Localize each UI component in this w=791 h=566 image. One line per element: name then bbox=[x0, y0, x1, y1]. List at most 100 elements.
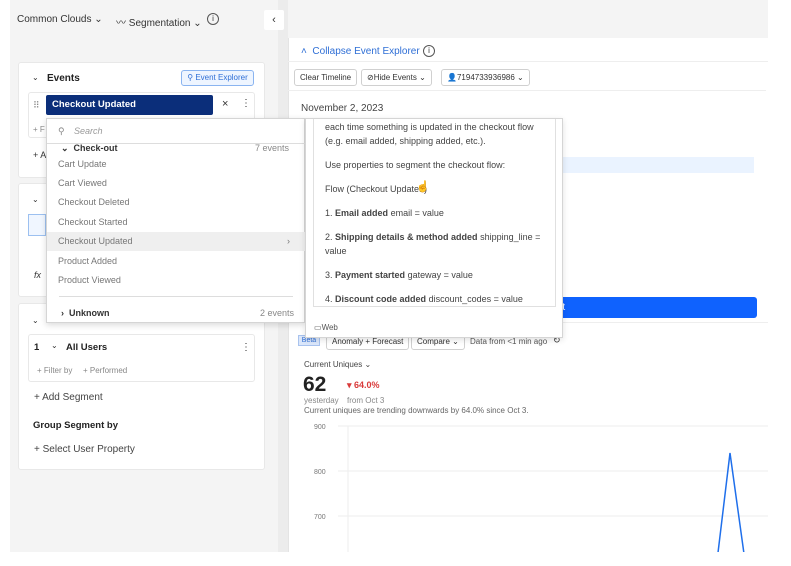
eye-off-icon: ⊘ bbox=[367, 73, 374, 82]
selected-event-field[interactable]: Checkout Updated bbox=[46, 95, 213, 115]
close-icon[interactable]: × bbox=[222, 98, 228, 110]
chevron-down-icon: ⌄ bbox=[193, 18, 202, 29]
platform-label: ▭Web bbox=[314, 323, 338, 332]
step-property: email = value bbox=[390, 208, 444, 218]
step-number: 1. bbox=[325, 208, 333, 218]
metric-selector[interactable]: Current Uniques ⌄ bbox=[304, 360, 371, 369]
description-hint: Use properties to segment the checkout f… bbox=[325, 160, 506, 170]
search-input[interactable]: ⚲ Search bbox=[47, 119, 305, 144]
add-event-link[interactable]: + A bbox=[33, 150, 46, 160]
segment-name[interactable]: All Users bbox=[66, 342, 107, 353]
formula-icon[interactable]: fx bbox=[34, 270, 41, 280]
step-name: Payment started bbox=[335, 270, 406, 280]
metric-summary: Current uniques are trending downwards b… bbox=[304, 406, 529, 415]
add-segment-link[interactable]: + Add Segment bbox=[34, 392, 103, 403]
event-dropdown: ⚲ Search ⌄ Check-out 7 events Cart Updat… bbox=[46, 118, 305, 323]
step-number: 4. bbox=[325, 294, 333, 304]
dropdown-item[interactable]: Product Added bbox=[47, 252, 305, 271]
dropdown-item[interactable]: Cart Viewed bbox=[47, 174, 305, 193]
device-icon: ▭ bbox=[314, 323, 322, 332]
user-icon: 👤 bbox=[447, 73, 457, 82]
chart-type-name: Segmentation bbox=[128, 18, 191, 29]
y-tick-label: 700 bbox=[314, 514, 326, 521]
event-explorer-button[interactable]: ⚲ Event Explorer bbox=[181, 70, 254, 86]
info-icon[interactable]: i bbox=[423, 45, 435, 57]
user-selector[interactable]: 👤7194733936986 ⌄ bbox=[441, 69, 530, 86]
dropdown-item[interactable]: Checkout Deleted bbox=[47, 193, 305, 212]
compare-label: Compare bbox=[417, 337, 450, 346]
dropdown-item[interactable]: Cart Update bbox=[47, 155, 305, 174]
info-icon[interactable]: i bbox=[207, 13, 219, 25]
group-name: Check-out bbox=[73, 143, 118, 153]
step-property: discount_codes = value bbox=[428, 294, 523, 304]
description-intro: each time something is updated in the ch… bbox=[325, 122, 534, 146]
select-user-property-link[interactable]: + Select User Property bbox=[34, 444, 135, 455]
metric-value: 62 bbox=[303, 373, 327, 396]
chevron-down-icon[interactable]: ⌄ bbox=[32, 73, 39, 82]
group-count: 7 events bbox=[255, 143, 290, 153]
clear-timeline-button[interactable]: Clear Timeline bbox=[294, 69, 358, 86]
divider bbox=[288, 90, 766, 91]
y-tick-label: 900 bbox=[314, 424, 326, 431]
chart-type-selector[interactable]: 〰 Segmentation ⌄ bbox=[116, 14, 202, 29]
hand-cursor-icon: ☝ bbox=[416, 181, 430, 193]
more-icon[interactable]: ⋮ bbox=[241, 98, 251, 109]
chevron-down-icon[interactable]: ⌄ bbox=[32, 195, 39, 204]
description-box: each time something is updated in the ch… bbox=[313, 119, 556, 307]
chevron-down-icon[interactable]: ⌄ bbox=[32, 316, 39, 325]
event-explorer-label: Event Explorer bbox=[195, 73, 248, 82]
step-number: 2. bbox=[325, 232, 333, 242]
hide-events-label: Hide Events bbox=[373, 73, 417, 82]
search-icon: ⚲ bbox=[58, 126, 65, 136]
step-name: Shipping details & method added bbox=[335, 232, 478, 242]
collapse-explorer-label: Collapse Event Explorer bbox=[312, 46, 420, 57]
explorer-icon: ⚲ bbox=[187, 73, 194, 82]
dropdown-item[interactable]: Product Viewed bbox=[47, 271, 305, 290]
hide-events-button[interactable]: ⊘Hide Events ⌄ bbox=[361, 69, 432, 86]
user-id-label: 7194733936986 bbox=[456, 73, 515, 82]
step-property: gateway = value bbox=[407, 270, 473, 280]
metric-change-value: 64.0% bbox=[354, 380, 380, 390]
collapse-explorer-link[interactable]: ˄ Collapse Event Explorer bbox=[301, 46, 420, 57]
divider bbox=[59, 296, 293, 297]
more-icon[interactable]: ⋮ bbox=[241, 342, 251, 353]
group-count: 2 events bbox=[260, 308, 295, 318]
metric-change: ▾ 64.0% bbox=[347, 380, 380, 390]
flow-title: Flow (Checkout Updated) bbox=[325, 184, 428, 194]
platform-name: Web bbox=[321, 323, 338, 332]
group-name: Unknown bbox=[69, 308, 110, 318]
line-chart-icon: 〰 bbox=[116, 18, 126, 29]
flow-step: 4. Discount code added discount_codes = … bbox=[325, 292, 544, 306]
events-title: Events bbox=[47, 73, 80, 84]
step-number: 3. bbox=[325, 270, 333, 280]
search-placeholder: Search bbox=[74, 126, 103, 136]
dropdown-item[interactable]: Checkout Started bbox=[47, 213, 305, 232]
chevron-up-icon: ˄ bbox=[301, 46, 307, 57]
flow-step: 3. Payment started gateway = value bbox=[325, 268, 544, 282]
dropdown-item-highlighted[interactable]: Checkout Updated › bbox=[47, 232, 305, 251]
measure-input[interactable] bbox=[28, 214, 46, 236]
timeline-date: November 2, 2023 bbox=[301, 103, 384, 114]
group-segment-title: Group Segment by bbox=[33, 420, 118, 431]
performed-link[interactable]: + Performed bbox=[83, 366, 127, 375]
group-check-out[interactable]: ⌄ Check-out bbox=[61, 143, 118, 154]
filter-by-link[interactable]: + Filter by bbox=[37, 366, 72, 375]
event-description-popup: each time something is updated in the ch… bbox=[305, 118, 563, 338]
chevron-down-icon: ⌄ bbox=[94, 14, 103, 25]
start-button[interactable]: rt bbox=[555, 297, 757, 318]
series-line bbox=[717, 452, 745, 552]
segment-number: 1 bbox=[34, 342, 40, 353]
group-unknown[interactable]: › Unknown bbox=[61, 308, 110, 318]
dropdown-item-label: Checkout Updated bbox=[58, 236, 133, 246]
y-tick-label: 800 bbox=[314, 469, 326, 476]
metric-label: Current Uniques bbox=[304, 360, 363, 369]
project-selector[interactable]: Common Clouds ⌄ bbox=[17, 14, 103, 25]
drag-handle-icon[interactable]: ⠿ bbox=[33, 100, 40, 111]
chevron-right-icon: › bbox=[287, 236, 290, 246]
metric-value-sub: yesterday bbox=[304, 396, 339, 405]
chevron-down-icon[interactable]: ⌄ bbox=[51, 341, 58, 350]
flow-step: 2. Shipping details & method added shipp… bbox=[325, 230, 544, 258]
add-filter-link[interactable]: + F bbox=[33, 125, 45, 134]
collapse-sidebar-button[interactable]: ‹ bbox=[264, 10, 284, 30]
step-name: Email added bbox=[335, 208, 389, 218]
